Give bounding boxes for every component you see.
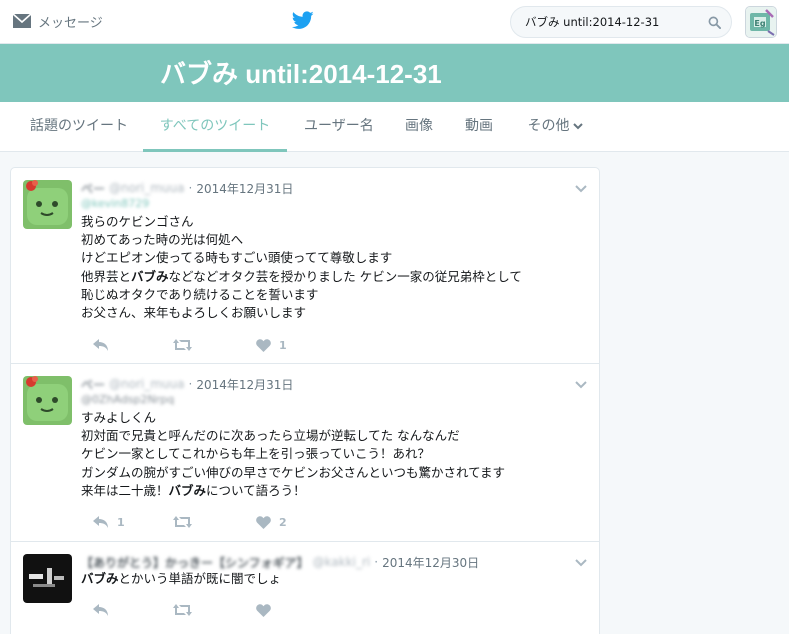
like-count: 2 [279, 515, 287, 529]
tweet-actions: 1 2 [81, 512, 321, 532]
tweet-text: すみよしくん 初対面で兄貴と呼んだのに次あったら立場が逆転してた なんなんだ ケ… [81, 409, 505, 500]
separator-dot: · [188, 377, 193, 391]
reply-mention[interactable]: @kevin8729 [81, 197, 149, 210]
tweet[interactable]: ベー @nori_muua · 2014年12月31日 @0ZhAdsp2Nrp… [11, 364, 599, 542]
tweet-line: ケビン一家としてこれからも年上を引っ張っていこう！あれ？ [81, 446, 431, 462]
like-count: 1 [279, 338, 287, 352]
author-handle[interactable]: @nori_muua [109, 377, 184, 391]
separator-dot: · [374, 555, 379, 569]
user-avatar-icon: Eg [746, 7, 776, 37]
reply-mention[interactable]: @0ZhAdsp2Nrpq [81, 393, 174, 406]
tweet-header: 【ありがとう】かっきー【シンフォギア】 @kakki_ri · 2014年12月… [81, 553, 479, 571]
tweet-header: ベー @nori_muua · 2014年12月31日 [81, 179, 293, 197]
retweet-button[interactable] [173, 600, 200, 620]
like-button[interactable]: 2 [256, 512, 287, 532]
like-button[interactable]: 1 [256, 335, 287, 355]
reply-icon [93, 604, 108, 616]
tweet-date[interactable]: 2014年12月31日 [196, 376, 293, 393]
tweet-line: お父さん、来年もよろしくお願いします [81, 305, 307, 321]
search-icon[interactable] [705, 13, 723, 31]
avatar[interactable] [23, 554, 72, 603]
messages-label: メッセージ [38, 15, 103, 31]
tweet-actions [81, 600, 321, 620]
author-handle[interactable]: @kakki_ri [313, 555, 371, 569]
tweet-line: けどエピオン使ってる時もすごい頭使ってて尊敬します [81, 250, 393, 266]
chevron-down-icon [572, 103, 583, 151]
tab-all-tweets[interactable]: すべてのツイート [143, 102, 287, 152]
green-creature-avatar-icon [23, 180, 72, 229]
search-tabs: 話題のツイート すべてのツイート ユーザー名 画像 動画 その他 [0, 102, 789, 152]
chevron-down-icon[interactable] [575, 552, 587, 571]
profile-avatar[interactable]: Eg [745, 6, 777, 38]
tweet[interactable]: 【ありがとう】かっきー【シンフォギア】 @kakki_ri · 2014年12月… [11, 542, 599, 634]
tweet-header: ベー @nori_muua · 2014年12月31日 [81, 375, 293, 393]
tab-top-tweets[interactable]: 話題のツイート [30, 102, 128, 152]
search-title: バブみ until:2014-12-31 [160, 59, 442, 89]
svg-text:Eg: Eg [754, 19, 765, 28]
reply-button[interactable]: 1 [93, 512, 125, 532]
tab-videos[interactable]: 動画 [464, 102, 494, 152]
tweet-line: 来年は二十歳！バブみについて語ろう！ [81, 482, 306, 498]
chevron-down-icon[interactable] [575, 374, 587, 393]
retweet-button[interactable] [173, 512, 200, 532]
search-box [510, 6, 732, 38]
tab-users[interactable]: ユーザー名 [304, 102, 374, 152]
tweet-date[interactable]: 2014年12月30日 [382, 554, 479, 571]
tweet-date[interactable]: 2014年12月31日 [196, 180, 293, 197]
tweet-line: 他界芸とバブみなどなどオタク芸を授かりました ケビン一家の従兄弟枠として [81, 268, 522, 284]
author-handle[interactable]: @nori_muua [109, 181, 184, 195]
tweet-text: 我らのケビンゴさん 初めてあった時の光は何処へ けどエピオン使ってる時もすごい頭… [81, 213, 522, 322]
reply-button[interactable] [93, 335, 117, 355]
like-button[interactable] [256, 600, 279, 620]
top-navigation-bar: メッセージ Eg [0, 0, 789, 44]
tab-images[interactable]: 画像 [404, 102, 434, 152]
heart-icon [256, 603, 271, 617]
tweet-line: バブみとかいう単語が既に闇でしょ [81, 571, 282, 586]
retweet-icon [173, 516, 192, 528]
tab-more-label: その他 [527, 118, 570, 134]
avatar[interactable] [23, 376, 72, 425]
tweet-actions: 1 [81, 335, 321, 355]
reply-icon [93, 339, 108, 351]
twitter-bird-logo[interactable] [291, 11, 314, 34]
tweet-line: ガンダムの腕がすごい伸びの早さでケビンお父さんといつも驚かされてます [81, 464, 506, 480]
tweet-line: 我らのケビンゴさん [81, 214, 194, 229]
messages-link[interactable]: メッセージ [12, 10, 103, 32]
envelope-icon [12, 13, 32, 29]
search-input[interactable] [525, 15, 705, 29]
tweet-text: バブみとかいう単語が既に闇でしょ [81, 570, 281, 588]
bird-icon [291, 11, 314, 29]
search-header-banner: バブみ until:2014-12-31 [0, 44, 789, 102]
retweet-icon [173, 604, 192, 616]
tweet[interactable]: ベー @nori_muua · 2014年12月31日 @kevin8729 我… [11, 168, 599, 364]
reply-icon [93, 516, 108, 528]
reply-count: 1 [117, 515, 125, 529]
heart-icon [256, 515, 271, 529]
tweet-line: すみよしくん [81, 410, 157, 425]
separator-dot: · [188, 181, 193, 195]
green-creature-avatar-icon [23, 376, 72, 425]
heart-icon [256, 338, 271, 352]
reply-button[interactable] [93, 600, 117, 620]
retweet-icon [173, 339, 192, 351]
tab-more[interactable]: その他 [526, 102, 584, 152]
tweet-timeline: ベー @nori_muua · 2014年12月31日 @kevin8729 我… [10, 167, 600, 634]
avatar[interactable] [23, 180, 72, 229]
tweet-line: 初対面で兄貴と呼んだのに次あったら立場が逆転してた なんなんだ [81, 428, 460, 444]
author-name[interactable]: 【ありがとう】かっきー【シンフォギア】 [81, 554, 309, 571]
author-name[interactable]: ベー [81, 376, 105, 393]
retweet-button[interactable] [173, 335, 200, 355]
dark-logo-avatar-icon [23, 554, 72, 603]
author-name[interactable]: ベー [81, 180, 105, 197]
tweet-line: 恥じぬオタクであり続けることを誓います [81, 286, 319, 302]
chevron-down-icon[interactable] [575, 178, 587, 197]
tweet-line: 初めてあった時の光は何処へ [81, 232, 244, 248]
